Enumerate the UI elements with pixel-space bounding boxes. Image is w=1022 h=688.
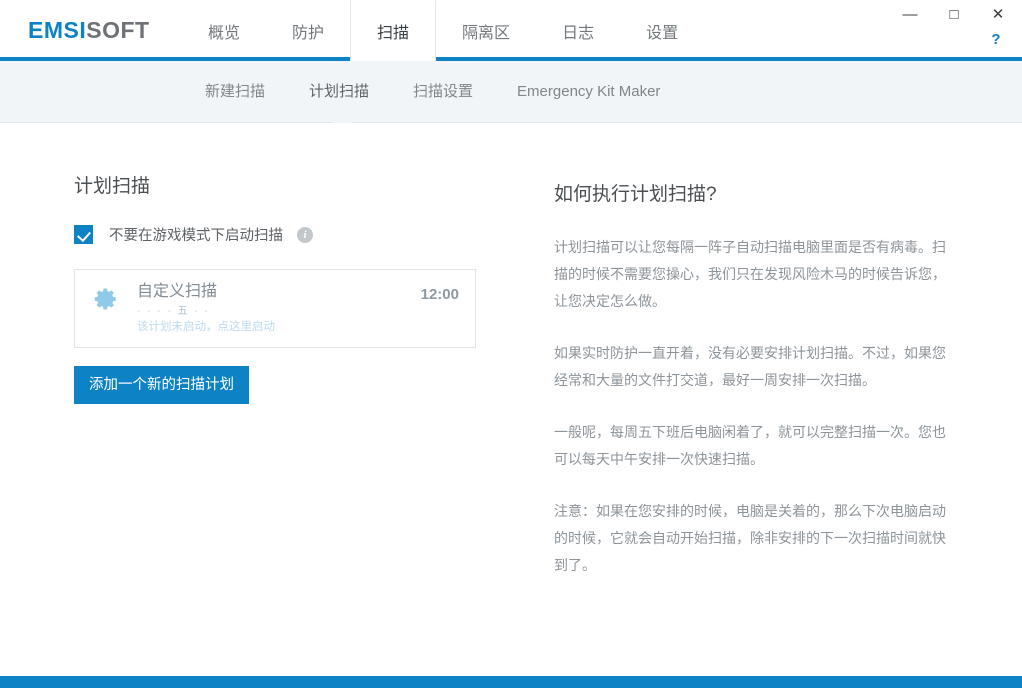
sub-tab-new-scan[interactable]: 新建扫描 (183, 61, 287, 122)
schedule-details: 自定义扫描 - - - - 五 - - 该计划未启动，点这里启动 (119, 282, 421, 335)
brand-accent-bar (0, 57, 1022, 61)
schedule-panel: 计划扫描 不要在游戏模式下启动扫描 i 自定义扫描 - - - - 五 - - … (0, 123, 500, 676)
game-mode-option-row: 不要在游戏模式下启动扫描 i (74, 224, 500, 245)
title-bar: EMSI SOFT 概览 防护 扫描 隔离区 日志 设置 — □ ✕ ? (0, 0, 1022, 61)
info-icon[interactable]: i (297, 226, 313, 243)
app-window: EMSI SOFT 概览 防护 扫描 隔离区 日志 设置 — □ ✕ ? 新建扫描… (0, 0, 1022, 688)
sub-tab-scheduled-scan[interactable]: 计划扫描 (287, 61, 391, 122)
sub-tab-scan-settings[interactable]: 扫描设置 (391, 61, 495, 122)
schedule-card[interactable]: 自定义扫描 - - - - 五 - - 该计划未启动，点这里启动 12:00 (74, 269, 476, 348)
minimize-icon[interactable]: — (895, 2, 925, 28)
close-icon[interactable]: ✕ (983, 2, 1013, 28)
footer-accent-bar (0, 676, 1022, 688)
add-schedule-button[interactable]: 添加一个新的扫描计划 (74, 366, 249, 404)
schedule-status-link[interactable]: 该计划未启动，点这里启动 (137, 320, 421, 335)
schedule-weekdays: - - - - 五 - - (137, 305, 421, 319)
weekdays-before: - - - - (137, 306, 178, 317)
logo-text-emsi: EMSI (28, 17, 87, 43)
sub-navigation-bar: 新建扫描 计划扫描 扫描设置 Emergency Kit Maker (0, 61, 1022, 123)
window-controls: — □ ✕ ? (880, 0, 1022, 57)
weekdays-after: - - (189, 306, 210, 317)
page-title: 计划扫描 (74, 176, 151, 197)
content-area: 计划扫描 不要在游戏模式下启动扫描 i 自定义扫描 - - - - 五 - - … (0, 123, 1022, 676)
maximize-icon[interactable]: □ (939, 2, 969, 28)
schedule-name: 自定义扫描 (137, 283, 218, 300)
game-mode-checkbox[interactable] (74, 225, 93, 244)
main-navigation: 概览 防护 扫描 隔离区 日志 设置 (182, 0, 704, 61)
help-title: 如何执行计划扫描? (554, 184, 717, 205)
main-tab-quarantine[interactable]: 隔离区 (436, 0, 536, 61)
help-panel: 如何执行计划扫描? 计划扫描可以让您每隔一阵子自动扫描电脑里面是否有病毒。扫描的… (500, 123, 1022, 676)
weekday-active: 五 (177, 306, 190, 317)
help-icon[interactable]: ? (988, 30, 1004, 50)
main-tab-protection[interactable]: 防护 (266, 0, 350, 61)
main-tab-overview[interactable]: 概览 (182, 0, 266, 61)
gear-icon (93, 286, 119, 312)
logo-text-soft: SOFT (86, 17, 150, 43)
help-paragraph-2: 如果实时防护一直开着，没有必要安排计划扫描。不过，如果您经常和大量的文件打交道，… (554, 345, 946, 388)
help-paragraph-3: 一般呢，每周五下班后电脑闲着了，就可以完整扫描一次。您也可以每天中午安排一次快速… (554, 424, 946, 467)
schedule-time: 12:00 (420, 286, 459, 303)
help-paragraph-4: 注意：如果在您安排的时候，电脑是关着的，那么下次电脑启动的时候，它就会自动开始扫… (554, 503, 946, 573)
help-paragraph-1: 计划扫描可以让您每隔一阵子自动扫描电脑里面是否有病毒。扫描的时候不需要您操心，我… (554, 239, 946, 309)
main-tab-logs[interactable]: 日志 (536, 0, 620, 61)
main-tab-settings[interactable]: 设置 (620, 0, 704, 61)
game-mode-label: 不要在游戏模式下启动扫描 (109, 228, 283, 244)
app-logo: EMSI SOFT (0, 0, 182, 61)
sub-tab-emergency-kit-maker[interactable]: Emergency Kit Maker (495, 61, 682, 122)
sub-navigation: 新建扫描 计划扫描 扫描设置 Emergency Kit Maker (0, 61, 1022, 122)
main-tab-scan[interactable]: 扫描 (350, 0, 437, 61)
